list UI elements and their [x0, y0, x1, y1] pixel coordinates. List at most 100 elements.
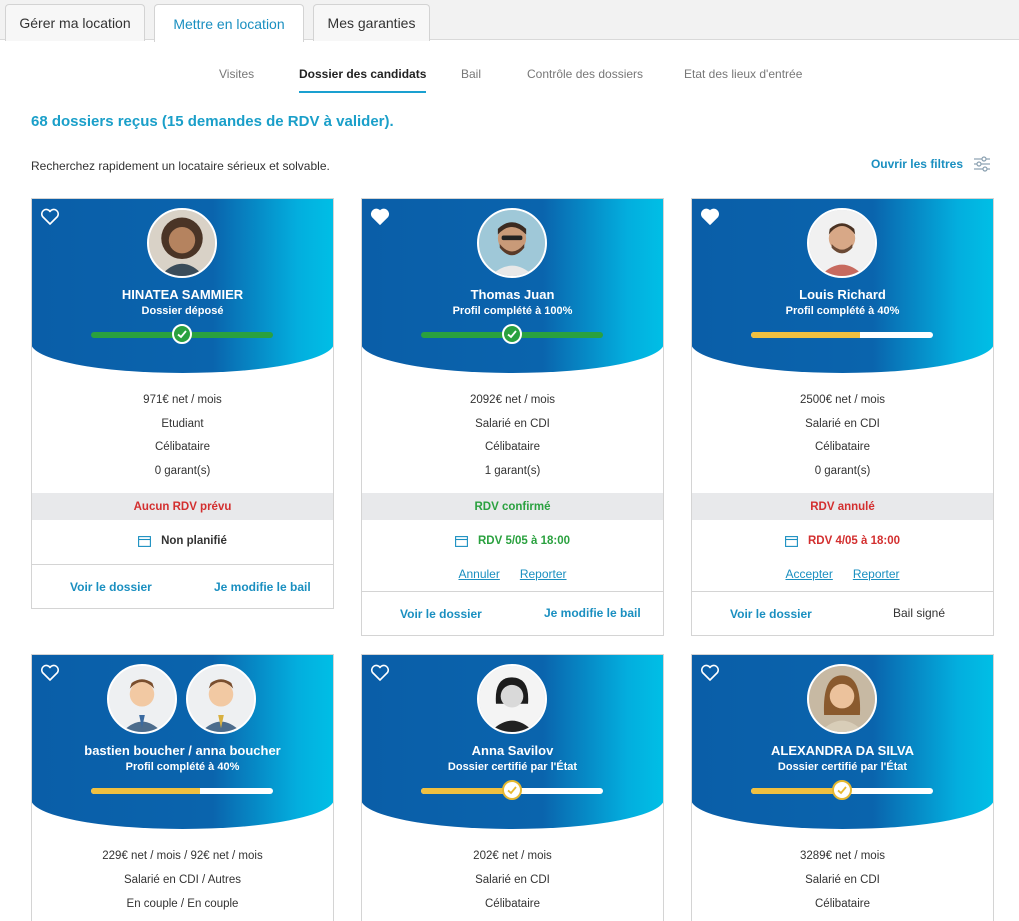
- income: 202€ net / mois: [473, 850, 552, 862]
- avatar: [147, 208, 217, 278]
- employment-situation: Salarié en CDI: [805, 874, 880, 886]
- card-header: ALEXANDRA DA SILVA Dossier certifié par …: [692, 655, 993, 829]
- view-dossier-link[interactable]: Voir le dossier: [730, 607, 812, 621]
- favorite-heart-filled-icon[interactable]: [370, 208, 390, 226]
- rdv-actions: Accepter Reporter: [692, 567, 993, 581]
- profile-progress-bar: [91, 788, 273, 794]
- lease-status: Bail signé: [893, 606, 946, 620]
- candidate-status: Profil complété à 40%: [125, 761, 240, 773]
- modify-lease-link[interactable]: Je modifie le bail: [544, 606, 641, 620]
- calendar-icon: [785, 536, 798, 547]
- income: 229€ net / mois / 92€ net / mois: [102, 850, 263, 862]
- card-header: bastien boucher / anna boucher Profil co…: [32, 655, 333, 829]
- favorite-heart-outline-icon[interactable]: [40, 664, 60, 682]
- avatar: [477, 664, 547, 734]
- check-circle-icon: [502, 324, 522, 344]
- candidate-card: ALEXANDRA DA SILVA Dossier certifié par …: [691, 654, 994, 921]
- income: 3289€ net / mois: [799, 850, 886, 862]
- employment-situation: Salarié en CDI / Autres: [124, 874, 241, 886]
- search-hint: Recherchez rapidement un locataire série…: [31, 159, 330, 173]
- favorite-heart-outline-icon[interactable]: [370, 664, 390, 682]
- top-tab-bar: Gérer ma location Mettre en location Mes…: [0, 0, 1019, 42]
- candidate-card: bastien boucher / anna boucher Profil co…: [31, 654, 334, 921]
- tab-mettre-en-location[interactable]: Mettre en location: [154, 4, 304, 42]
- check-circle-icon: [172, 324, 192, 344]
- avatar: [477, 208, 547, 278]
- employment-situation: Salarié en CDI: [805, 418, 880, 430]
- card-header: Thomas Juan Profil complété à 100%: [362, 199, 663, 373]
- candidate-name: ALEXANDRA DA SILVA: [771, 743, 914, 758]
- open-filters-button[interactable]: Ouvrir les filtres: [871, 155, 991, 173]
- calendar-icon: [455, 536, 468, 547]
- family-status: Célibataire: [815, 898, 870, 910]
- rdv-date: RDV 4/05 à 18:00: [692, 535, 993, 547]
- income: 971€ net / mois: [143, 394, 222, 406]
- rdv-date: Non planifié: [32, 535, 333, 547]
- candidate-name: Louis Richard: [799, 287, 886, 302]
- subtab-controle-des-dossiers[interactable]: Contrôle des dossiers: [527, 67, 643, 81]
- subtab-bail[interactable]: Bail: [461, 67, 481, 81]
- favorite-heart-outline-icon[interactable]: [40, 208, 60, 226]
- rdv-date-label: RDV 4/05 à 18:00: [807, 535, 901, 547]
- rdv-date: RDV 5/05 à 18:00: [362, 535, 663, 547]
- family-status: Célibataire: [815, 441, 870, 453]
- candidate-status: Profil complété à 40%: [785, 305, 900, 317]
- rdv-actions: Annuler Reporter: [362, 567, 663, 581]
- candidate-card: Anna Savilov Dossier certifié par l'État…: [361, 654, 664, 921]
- family-status: En couple / En couple: [126, 898, 239, 910]
- postpone-rdv-link[interactable]: Reporter: [520, 567, 567, 581]
- employment-situation: Etudiant: [161, 418, 204, 430]
- rdv-status: RDV confirmé: [362, 493, 663, 520]
- income: 2092€ net / mois: [469, 394, 556, 406]
- sub-tab-bar: Visites Dossier des candidats Bail Contr…: [0, 40, 1019, 100]
- candidate-status: Dossier déposé: [141, 305, 224, 317]
- candidate-name: bastien boucher / anna boucher: [84, 743, 281, 758]
- candidate-card: Louis Richard Profil complété à 40% 2500…: [691, 198, 994, 636]
- candidate-name: Thomas Juan: [470, 287, 555, 302]
- candidate-card: HINATEA SAMMIER Dossier déposé 971€ net …: [31, 198, 334, 609]
- view-dossier-link[interactable]: Voir le dossier: [400, 607, 482, 621]
- rdv-date-label: RDV 5/05 à 18:00: [477, 535, 571, 547]
- income: 2500€ net / mois: [799, 394, 886, 406]
- tab-mes-garanties[interactable]: Mes garanties: [313, 4, 430, 41]
- family-status: Célibataire: [485, 441, 540, 453]
- avatar: [807, 208, 877, 278]
- candidate-status: Profil complété à 100%: [452, 305, 573, 317]
- family-status: Célibataire: [155, 441, 210, 453]
- calendar-icon: [138, 536, 152, 547]
- favorite-heart-filled-icon[interactable]: [700, 208, 720, 226]
- tab-gerer-ma-location[interactable]: Gérer ma location: [5, 4, 145, 41]
- employment-situation: Salarié en CDI: [475, 874, 550, 886]
- candidate-card: Thomas Juan Profil complété à 100% 2092€…: [361, 198, 664, 636]
- rdv-status: Aucun RDV prévu: [32, 493, 333, 520]
- guarantors: 0 garant(s): [814, 465, 871, 477]
- card-header: HINATEA SAMMIER Dossier déposé: [32, 199, 333, 373]
- avatar: [107, 664, 177, 734]
- card-header: Louis Richard Profil complété à 40%: [692, 199, 993, 373]
- dossiers-count-title: 68 dossiers reçus (15 demandes de RDV à …: [31, 113, 394, 130]
- subtab-etat-des-lieux[interactable]: Etat des lieux d'entrée: [684, 67, 802, 81]
- subtab-visites[interactable]: Visites: [219, 67, 254, 81]
- accept-rdv-link[interactable]: Accepter: [785, 567, 832, 581]
- card-header: Anna Savilov Dossier certifié par l'État: [362, 655, 663, 829]
- profile-progress-bar: [751, 332, 933, 338]
- cancel-rdv-link[interactable]: Annuler: [458, 567, 499, 581]
- candidate-status: Dossier certifié par l'État: [777, 761, 908, 773]
- candidate-status: Dossier certifié par l'État: [447, 761, 578, 773]
- subtab-dossier-des-candidats[interactable]: Dossier des candidats: [299, 67, 427, 93]
- family-status: Célibataire: [485, 898, 540, 910]
- view-dossier-link[interactable]: Voir le dossier: [70, 580, 152, 594]
- certified-badge-icon: [832, 780, 852, 800]
- employment-situation: Salarié en CDI: [475, 418, 550, 430]
- modify-lease-link[interactable]: Je modifie le bail: [214, 580, 311, 594]
- certified-badge-icon: [502, 780, 522, 800]
- guarantors: 0 garant(s): [154, 465, 211, 477]
- candidate-name: HINATEA SAMMIER: [121, 287, 244, 302]
- avatar: [807, 664, 877, 734]
- rdv-status: RDV annulé: [692, 493, 993, 520]
- postpone-rdv-link[interactable]: Reporter: [853, 567, 900, 581]
- filter-sliders-icon: [974, 156, 990, 172]
- candidate-name: Anna Savilov: [471, 743, 554, 758]
- avatar: [186, 664, 256, 734]
- favorite-heart-outline-icon[interactable]: [700, 664, 720, 682]
